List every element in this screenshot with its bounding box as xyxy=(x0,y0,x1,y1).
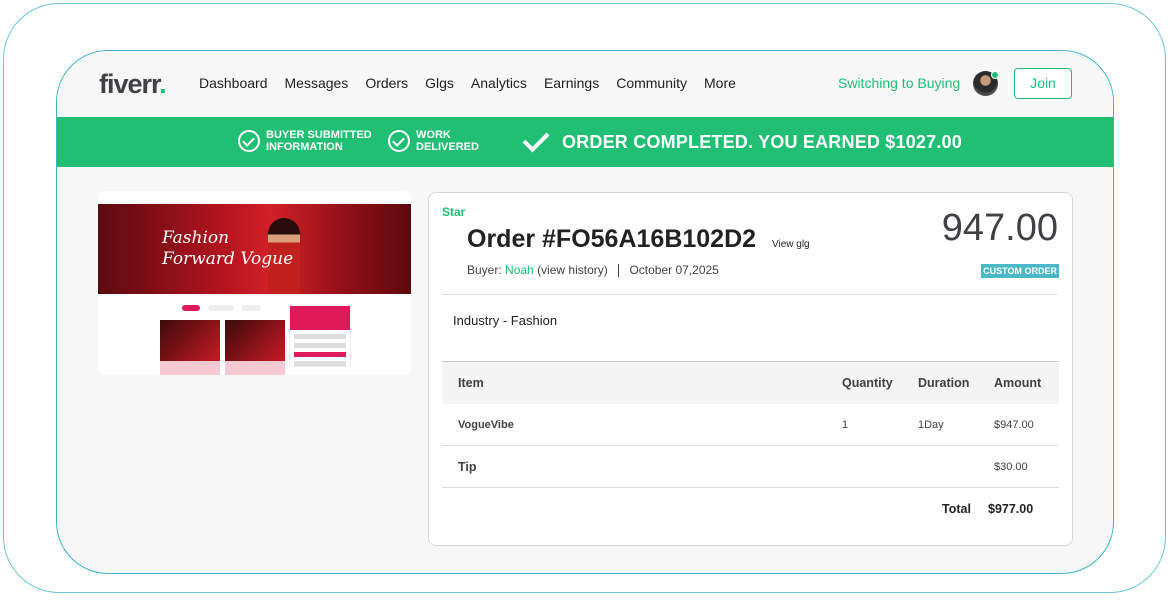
join-button[interactable]: Join xyxy=(1014,68,1072,99)
view-history-link[interactable]: (view history) xyxy=(537,263,608,277)
item-amount: $947.00 xyxy=(994,419,1034,431)
thumbnail-card xyxy=(225,320,285,375)
switch-to-buying-link[interactable]: Switching to Buying xyxy=(838,75,960,91)
order-date: October 07,2025 xyxy=(629,263,719,277)
check-circle-icon xyxy=(238,130,260,152)
header-duration: Duration xyxy=(918,376,970,390)
thumbnail-header-bar xyxy=(98,191,411,203)
industry-label: Industry - Fashion xyxy=(453,313,558,328)
item-duration: 1Day xyxy=(918,419,944,431)
header-amount: Amount xyxy=(994,376,1042,390)
nav-gigs[interactable]: Glgs xyxy=(425,75,454,91)
item-quantity: 1 xyxy=(842,419,849,431)
order-status-banner: BUYER SUBMITTED INFORMATION WORK DELIVER… xyxy=(57,117,1113,167)
avatar[interactable] xyxy=(973,71,999,96)
step-buyer-submitted: BUYER SUBMITTED INFORMATION xyxy=(238,129,376,153)
custom-order-badge: CUSTOM ORDER xyxy=(981,264,1059,278)
nav-orders[interactable]: Orders xyxy=(365,75,408,91)
order-completed-text: ORDER COMPLETED. YOU EARNED $1027.00 xyxy=(562,132,962,152)
tip-amount: $30.00 xyxy=(994,461,1028,473)
tip-row: Tip $30.00 xyxy=(442,446,1059,488)
buyer-name-link[interactable]: Noah xyxy=(505,263,534,277)
step-work-delivered: WORK DELIVERED xyxy=(388,129,486,153)
seller-level-label: Star xyxy=(442,205,466,219)
item-name: VogueVibe xyxy=(458,419,514,431)
buyer-line: Buyer: Noah (view history) October 07,20… xyxy=(467,263,719,278)
nav-dashboard[interactable]: Dashboard xyxy=(199,75,268,91)
check-circle-icon xyxy=(388,130,410,152)
nav-more[interactable]: More xyxy=(704,75,736,91)
thumbnail-hero-title: Fashion Forward Vogue xyxy=(162,228,294,269)
thumbnail-card xyxy=(160,320,220,375)
thumbnail-promo-card xyxy=(289,305,351,367)
checkmark-icon xyxy=(521,127,549,155)
divider xyxy=(442,294,1058,295)
header-quantity: Quantity xyxy=(842,376,893,390)
table-header: Item Quantity Duration Amount xyxy=(442,361,1059,404)
nav-analytics[interactable]: Analytics xyxy=(471,75,527,91)
thumbnail-tab-pill xyxy=(182,305,200,311)
total-amount: $977.00 xyxy=(988,502,1034,516)
gig-thumbnail[interactable]: Fashion Forward Vogue xyxy=(98,191,411,375)
nav-community[interactable]: Community xyxy=(616,75,687,91)
thumbnail-tab-pill xyxy=(241,305,261,311)
app-window: fiverr. Dashboard Messages Orders Glgs A… xyxy=(56,50,1114,574)
nav-links: Dashboard Messages Orders Glgs Analytics… xyxy=(199,75,753,91)
order-title: Order #FO56A16B102D2 xyxy=(467,225,757,253)
nav-messages[interactable]: Messages xyxy=(285,75,349,91)
online-status-dot xyxy=(991,71,999,79)
thumbnail-hero-image: Fashion Forward Vogue xyxy=(98,204,411,294)
order-items-table: Item Quantity Duration Amount VogueVibe … xyxy=(442,361,1059,531)
order-price: 947.00 xyxy=(941,207,1058,249)
total-label: Total xyxy=(942,502,971,516)
divider xyxy=(618,264,620,278)
nav-earnings[interactable]: Earnings xyxy=(544,75,599,91)
table-row: VogueVibe 1 1Day $947.00 xyxy=(442,404,1059,446)
fiverr-logo[interactable]: fiverr. xyxy=(99,69,167,100)
thumbnail-tab-pill xyxy=(208,305,234,311)
header-item: Item xyxy=(458,376,484,390)
view-gig-link[interactable]: View glg xyxy=(772,239,810,250)
order-details-card: Star Order #FO56A16B102D2 View glg Buyer… xyxy=(428,192,1073,546)
top-navbar: fiverr. Dashboard Messages Orders Glgs A… xyxy=(57,51,1113,118)
tip-label: Tip xyxy=(458,460,477,474)
total-row: Total $977.00 xyxy=(442,488,1059,531)
